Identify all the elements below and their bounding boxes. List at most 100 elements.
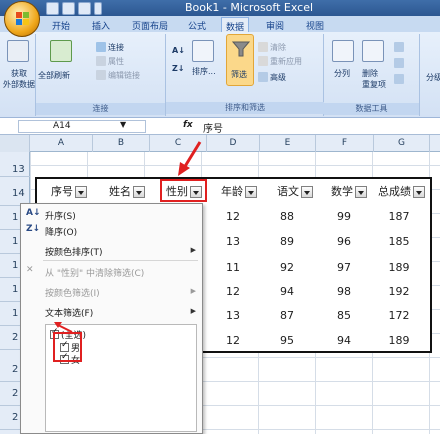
office-button[interactable] bbox=[4, 1, 40, 37]
customize-qat-icon[interactable] bbox=[94, 1, 102, 15]
select-all-corner[interactable] bbox=[0, 135, 30, 152]
consolidate-icon[interactable] bbox=[394, 58, 404, 68]
sort-asc-icon[interactable]: A↓ bbox=[172, 46, 185, 55]
table-cell[interactable]: 187 bbox=[373, 210, 425, 223]
table-cell[interactable]: 87 bbox=[261, 309, 313, 322]
table-cell[interactable]: 13 bbox=[207, 235, 259, 248]
sort-dialog-icon[interactable] bbox=[192, 40, 214, 62]
text-to-columns-icon[interactable] bbox=[332, 40, 354, 62]
formula-input[interactable]: 序号 bbox=[203, 120, 223, 135]
table-cell[interactable]: 185 bbox=[373, 235, 425, 248]
header-cell-total[interactable]: 总成绩 bbox=[378, 183, 425, 201]
header-label: 姓名 bbox=[109, 185, 131, 198]
data-tools-group: 分列 删除 重复项 数据工具 bbox=[324, 34, 420, 116]
window-title: Book1 - Microsoft Excel bbox=[185, 1, 314, 14]
office-logo-icon bbox=[16, 12, 29, 25]
header-cell-chinese[interactable]: 语文 bbox=[277, 183, 313, 201]
table-cell[interactable]: 89 bbox=[261, 235, 313, 248]
highlight-box-gender-options bbox=[53, 332, 82, 362]
save-icon[interactable] bbox=[46, 1, 59, 15]
table-cell[interactable]: 189 bbox=[373, 261, 425, 274]
column-header-e[interactable]: E bbox=[260, 135, 316, 152]
table-cell[interactable]: 13 bbox=[207, 309, 259, 322]
table-cell[interactable]: 12 bbox=[207, 285, 259, 298]
column-header-f[interactable]: F bbox=[316, 135, 374, 152]
table-cell[interactable]: 192 bbox=[373, 285, 425, 298]
remove-duplicates-icon[interactable] bbox=[362, 40, 384, 62]
table-cell[interactable]: 11 bbox=[207, 261, 259, 274]
table-cell[interactable]: 88 bbox=[261, 210, 313, 223]
table-cell[interactable]: 189 bbox=[373, 334, 425, 347]
menu-item-clear-filter[interactable]: 从 "性别" 中清除筛选(C) bbox=[45, 266, 144, 279]
header-cell-name[interactable]: 姓名 bbox=[109, 183, 145, 201]
filter-dropdown-icon[interactable] bbox=[355, 186, 367, 198]
table-cell[interactable]: 12 bbox=[207, 210, 259, 223]
get-external-data-button[interactable]: 获取 外部数据 bbox=[2, 68, 36, 90]
menu-item-filter-by-color[interactable]: 按颜色筛选(I) bbox=[45, 286, 100, 299]
table-cell[interactable]: 97 bbox=[318, 261, 370, 274]
tab-review[interactable]: 审阅 bbox=[262, 17, 288, 32]
row-header[interactable]: 13 bbox=[0, 164, 30, 177]
remove-duplicates-button[interactable]: 删除 重复项 bbox=[362, 68, 386, 90]
pointer-arrow-icon bbox=[178, 141, 202, 176]
undo-icon[interactable] bbox=[62, 1, 75, 15]
refresh-all-button[interactable]: 全部刷新 bbox=[38, 70, 70, 81]
column-header-a[interactable]: A bbox=[30, 135, 93, 152]
filter-dropdown-icon[interactable] bbox=[301, 186, 313, 198]
advanced-button[interactable]: 高级 bbox=[258, 72, 286, 83]
table-cell[interactable]: 92 bbox=[261, 261, 313, 274]
table-cell[interactable]: 96 bbox=[318, 235, 370, 248]
reapply-button[interactable]: 重新应用 bbox=[258, 56, 302, 67]
data-validation-icon[interactable] bbox=[394, 42, 404, 52]
filter-dropdown-icon[interactable] bbox=[413, 186, 425, 198]
menu-item-text-filters[interactable]: 文本筛选(F) bbox=[45, 306, 93, 319]
column-header-b[interactable]: B bbox=[93, 135, 150, 152]
table-cell[interactable]: 172 bbox=[373, 309, 425, 322]
tab-insert[interactable]: 插入 bbox=[88, 17, 114, 32]
edit-links-button[interactable]: 编辑链接 bbox=[96, 70, 140, 81]
table-cell[interactable]: 85 bbox=[318, 309, 370, 322]
get-external-data-group: 获取 外部数据 bbox=[0, 34, 36, 116]
tab-home[interactable]: 开始 bbox=[48, 17, 74, 32]
table-cell[interactable]: 94 bbox=[261, 285, 313, 298]
sort-desc-icon[interactable]: Z↓ bbox=[172, 64, 185, 73]
tab-data[interactable]: 数据 bbox=[221, 17, 250, 33]
tab-page-layout[interactable]: 页面布局 bbox=[128, 17, 172, 32]
header-cell-math[interactable]: 数学 bbox=[331, 183, 367, 201]
filter-button[interactable]: 筛选 bbox=[226, 34, 254, 86]
fx-icon[interactable]: fx bbox=[183, 120, 193, 130]
external-data-icon[interactable] bbox=[7, 40, 29, 62]
filter-dropdown-icon[interactable] bbox=[75, 186, 87, 198]
table-cell[interactable]: 95 bbox=[261, 334, 313, 347]
redo-icon[interactable] bbox=[78, 1, 91, 15]
refresh-all-icon[interactable] bbox=[50, 40, 72, 62]
edit-links-icon bbox=[96, 70, 106, 80]
connections-button[interactable]: 连接 bbox=[96, 42, 124, 53]
what-if-icon[interactable] bbox=[394, 74, 404, 84]
filter-dropdown-icon[interactable] bbox=[133, 186, 145, 198]
menu-item-sort-by-color[interactable]: 按颜色排序(T) bbox=[45, 245, 103, 258]
clear-button[interactable]: 清除 bbox=[258, 42, 286, 53]
outline-button[interactable]: 分级 bbox=[426, 72, 440, 83]
column-header-g[interactable]: G bbox=[374, 135, 430, 152]
sort-button[interactable]: 排序... bbox=[192, 66, 216, 77]
name-box-dropdown-icon[interactable]: ▼ bbox=[120, 120, 126, 129]
header-cell-age[interactable]: 年龄 bbox=[221, 183, 257, 201]
table-cell[interactable]: 12 bbox=[207, 334, 259, 347]
properties-button[interactable]: 属性 bbox=[96, 56, 124, 67]
header-cell-id[interactable]: 序号 bbox=[51, 183, 87, 201]
reapply-icon bbox=[258, 56, 268, 66]
text-to-columns-button[interactable]: 分列 bbox=[334, 68, 350, 79]
column-header-d[interactable]: D bbox=[207, 135, 260, 152]
table-cell[interactable]: 94 bbox=[318, 334, 370, 347]
table-cell[interactable]: 98 bbox=[318, 285, 370, 298]
menu-item-sort-ascending[interactable]: 升序(S) bbox=[45, 209, 76, 222]
header-label: 语文 bbox=[277, 185, 299, 198]
filter-dropdown-icon[interactable] bbox=[245, 186, 257, 198]
ribbon: 获取 外部数据 全部刷新 连接 属性 编辑链接 连接 A↓ Z↓ 排序... 筛… bbox=[0, 32, 440, 118]
tab-view[interactable]: 视图 bbox=[302, 17, 328, 32]
tab-formulas[interactable]: 公式 bbox=[184, 17, 210, 32]
table-cell[interactable]: 99 bbox=[318, 210, 370, 223]
menu-item-sort-descending[interactable]: 降序(O) bbox=[45, 225, 77, 238]
name-box[interactable]: A14 bbox=[18, 120, 146, 133]
